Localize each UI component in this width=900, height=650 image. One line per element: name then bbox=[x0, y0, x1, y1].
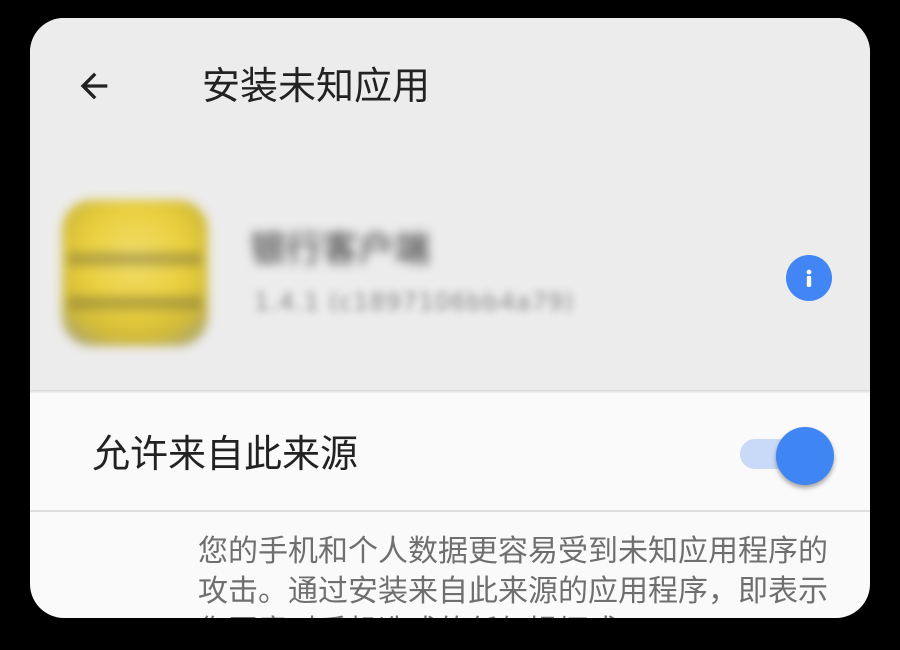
page-title: 安装未知应用 bbox=[202, 64, 431, 108]
arrow-left-icon bbox=[80, 72, 108, 100]
allow-source-row[interactable]: 允许来自此来源 bbox=[30, 393, 870, 510]
allow-source-label: 允许来自此来源 bbox=[92, 432, 359, 476]
row-divider bbox=[30, 510, 870, 512]
back-button[interactable] bbox=[66, 58, 122, 114]
header-area: 安装未知应用 银行客户端 1.4.1 (c1897106bb4a79) bbox=[30, 18, 870, 390]
app-bar: 安装未知应用 bbox=[30, 18, 870, 148]
info-icon bbox=[806, 269, 812, 287]
allow-source-switch[interactable] bbox=[736, 427, 836, 485]
settings-screen: 安装未知应用 银行客户端 1.4.1 (c1897106bb4a79) 允许来自… bbox=[30, 18, 870, 618]
switch-thumb bbox=[776, 427, 834, 485]
warning-description: 您的手机和个人数据更容易受到未知应用程序的攻击。通过安装来自此来源的应用程序，即… bbox=[198, 534, 828, 618]
app-info-row: 银行客户端 1.4.1 (c1897106bb4a79) bbox=[30, 178, 870, 368]
app-icon bbox=[62, 200, 208, 346]
app-info-button[interactable] bbox=[786, 255, 832, 301]
app-name: 银行客户端 bbox=[250, 229, 431, 270]
app-version: 1.4.1 (c1897106bb4a79) bbox=[254, 288, 575, 316]
